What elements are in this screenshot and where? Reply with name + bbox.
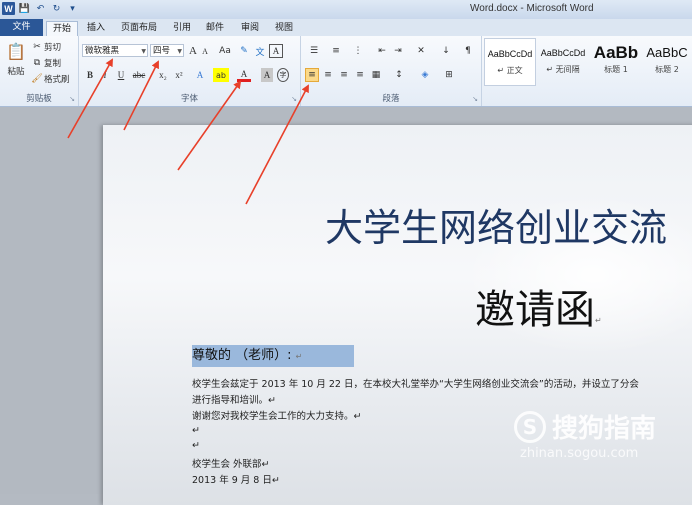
watermark-text: 搜狗指南 <box>552 414 657 444</box>
sogou-logo-icon: S <box>514 410 546 443</box>
arrow-to-font-size <box>123 60 159 131</box>
arrow-to-font-color <box>177 80 242 171</box>
sogou-watermark: S 搜狗指南 <box>514 408 656 445</box>
watermark-url: zhinan.sogou.com <box>520 446 639 461</box>
arrow-to-align-left <box>245 84 309 205</box>
arrow-to-font-name <box>67 58 113 139</box>
